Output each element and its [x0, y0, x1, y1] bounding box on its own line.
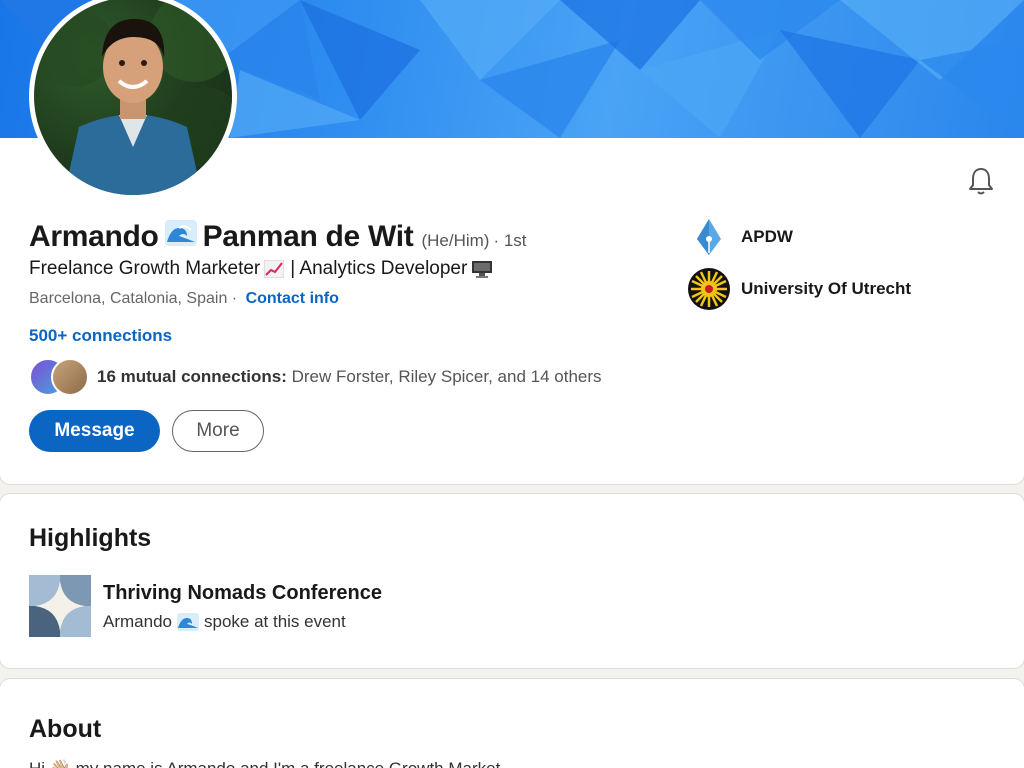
headline-text-2: | Analytics Developer [290, 258, 468, 279]
mutual-avatar [51, 358, 89, 396]
about-title: About [29, 715, 102, 743]
org-name: APDW [741, 227, 793, 246]
connections-count-link[interactable]: 500+ connections [29, 326, 172, 346]
organizations-list: APDW University Of Utrecht [688, 216, 911, 320]
mutual-connections[interactable]: 16 mutual connections: Drew Forster, Ril… [29, 358, 602, 396]
profile-card: Armando Panman de Wit (He/Him) · 1st Fre… [0, 0, 1024, 484]
mutual-avatars [29, 358, 89, 396]
message-button[interactable]: Message [29, 410, 160, 452]
profile-actions: Message More [29, 410, 264, 452]
profile-location: Barcelona, Catalonia, Spain · [29, 290, 238, 307]
profile-pronouns: (He/Him) [421, 231, 490, 250]
about-card: About Hi 👋🏼 my name is Armando and I'm a… [0, 679, 1024, 768]
bell-icon[interactable] [966, 166, 996, 196]
profile-page: Armando Panman de Wit (He/Him) · 1st Fre… [0, 0, 1024, 768]
connection-degree: · 1st [493, 231, 527, 250]
wave-emoji-icon [176, 613, 199, 631]
desktop-computer-emoji-icon [471, 260, 493, 278]
profile-headline: Freelance Growth Marketer | Analytics De… [29, 258, 497, 280]
event-thumbnail[interactable] [29, 575, 91, 637]
event-sub-rest: spoke at this event [203, 612, 346, 631]
mutual-count: 16 mutual connections: [97, 367, 287, 386]
profile-name-row: Armando Panman de Wit (He/Him) · 1st [29, 220, 527, 254]
event-subtitle: Armando spoke at this event [103, 612, 346, 632]
profile-photo[interactable] [29, 0, 237, 200]
event-sub-name: Armando [103, 612, 172, 631]
profile-location-row: Barcelona, Catalonia, Spain · Contact in… [29, 290, 339, 308]
profile-first-name: Armando [29, 220, 159, 253]
about-text: Hi 👋🏼 my name is Armando and I'm a freel… [29, 759, 514, 768]
more-button[interactable]: More [172, 410, 264, 452]
org-item-university-of-utrecht[interactable]: University Of Utrecht [688, 268, 911, 310]
profile-photo-image [34, 0, 232, 195]
headline-text-1: Freelance Growth Marketer [29, 258, 261, 279]
highlights-card: Highlights Thriving Nomads Conference Ar… [0, 494, 1024, 668]
contact-info-link[interactable]: Contact info [246, 290, 339, 307]
wave-emoji-icon [164, 220, 197, 246]
org-item-apdw[interactable]: APDW [688, 216, 911, 258]
mutual-names: Drew Forster, Riley Spicer, and 14 other… [291, 367, 602, 386]
profile-last-name: Panman de Wit [202, 220, 414, 253]
event-title-link[interactable]: Thriving Nomads Conference [103, 582, 382, 605]
pen-nib-logo-icon [688, 216, 730, 258]
highlights-title: Highlights [29, 524, 152, 552]
sun-seal-logo-icon [688, 268, 730, 310]
chart-increasing-emoji-icon [263, 259, 285, 279]
org-name: University Of Utrecht [741, 279, 912, 298]
mutual-connections-text: 16 mutual connections: Drew Forster, Ril… [97, 367, 602, 387]
